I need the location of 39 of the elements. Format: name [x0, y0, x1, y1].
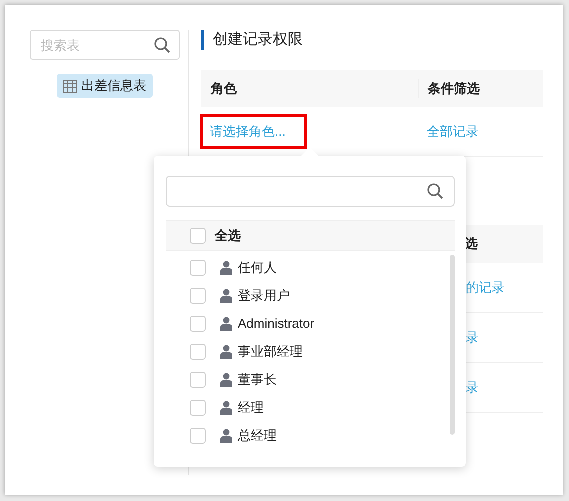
- role-name: 董事长: [238, 371, 277, 390]
- role-name: 登录用户: [238, 287, 290, 306]
- person-icon: [220, 345, 233, 359]
- search-field[interactable]: 搜索表: [30, 30, 180, 60]
- search-icon: [427, 183, 444, 200]
- filter-link[interactable]: 录: [466, 328, 479, 348]
- filter-link[interactable]: 的记录: [466, 278, 505, 298]
- person-icon: [220, 373, 233, 387]
- person-icon: [220, 429, 233, 443]
- role-name: 事业部经理: [238, 343, 303, 362]
- checkbox[interactable]: [190, 344, 206, 360]
- checkbox[interactable]: [190, 372, 206, 388]
- search-icon: [154, 37, 171, 54]
- filter-link[interactable]: 录: [466, 378, 479, 398]
- column-header: 角色: [210, 80, 238, 98]
- checkbox[interactable]: [190, 316, 206, 332]
- select-all-label: 全选: [215, 226, 241, 245]
- role-name: 经理: [238, 399, 264, 418]
- person-icon: [220, 401, 233, 415]
- filter-link[interactable]: 全部记录: [418, 122, 479, 142]
- role-name: 任何人: [238, 259, 277, 278]
- section-title: 创建记录权限: [213, 30, 303, 50]
- role-name: Administrator: [238, 315, 315, 334]
- role-name: 总经理: [238, 427, 277, 446]
- column-header: 条件筛选: [418, 78, 480, 98]
- checkbox[interactable]: [190, 400, 206, 416]
- role-select-link[interactable]: 请选择角色...: [200, 114, 307, 149]
- person-icon: [220, 289, 233, 303]
- person-icon: [220, 261, 233, 275]
- table-list-item[interactable]: 出差信息表: [56, 74, 152, 98]
- table-icon: [62, 80, 76, 92]
- checkbox[interactable]: [190, 428, 206, 444]
- person-icon: [220, 317, 233, 331]
- checkbox[interactable]: [190, 228, 206, 244]
- checkbox[interactable]: [190, 260, 206, 276]
- column-header: 选: [465, 235, 478, 254]
- title-accent-bar: [201, 30, 204, 50]
- checkbox[interactable]: [190, 288, 206, 304]
- role-search-field[interactable]: [166, 176, 455, 207]
